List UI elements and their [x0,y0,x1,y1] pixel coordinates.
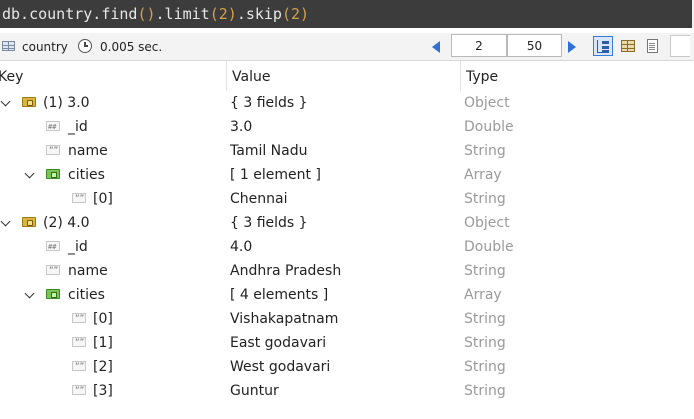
query-text: db.country.find [2,5,138,23]
results-toolbar: country 0.005 sec. [0,33,694,61]
table-view-button[interactable] [618,36,638,56]
array-element-row[interactable]: [0] Vishakapatnam String [0,307,694,331]
row-type: Object [464,215,510,231]
row-type: String [464,335,506,351]
query-text: .limit [155,5,210,23]
field-row[interactable]: cities [ 1 element ] Array [0,163,694,187]
column-divider[interactable] [460,61,461,91]
query-paren: (2) [281,5,310,23]
array-element-row[interactable]: [0] Chennai String [0,187,694,211]
column-headers: Key Value Type [0,61,694,91]
row-value: { 3 fields } [230,215,308,231]
row-type: String [464,359,506,375]
column-header-key[interactable]: Key [0,69,23,85]
execution-time: 0.005 sec. [100,40,163,54]
row-value: Chennai [230,191,288,207]
row-value: Tamil Nadu [230,143,308,159]
limit-field[interactable] [507,34,562,57]
clock-icon [78,39,92,53]
string-icon [72,187,86,211]
row-value: 3.0 [230,119,253,135]
field-row[interactable]: _id 3.0 Double [0,115,694,139]
row-value: Guntur [230,383,279,399]
row-key: [2] [93,359,113,375]
row-type: String [464,311,506,327]
row-value: 4.0 [230,239,253,255]
row-value: [ 4 elements ] [230,287,329,303]
row-type: Array [464,167,502,183]
string-icon [72,355,86,379]
row-value: East godavari [230,335,327,351]
column-header-type[interactable]: Type [466,69,498,85]
expand-chevron-icon[interactable] [2,218,10,226]
row-key: [3] [93,383,113,399]
field-row[interactable]: name Tamil Nadu String [0,139,694,163]
column-header-value[interactable]: Value [232,69,270,85]
row-key: _id [68,119,88,135]
expand-chevron-icon[interactable] [26,290,34,298]
string-icon [72,307,86,331]
array-icon [46,289,60,299]
field-row[interactable]: cities [ 4 elements ] Array [0,283,694,307]
double-icon [46,115,60,139]
row-type: String [464,143,506,159]
document-row[interactable]: (2) 4.0 { 3 fields } Object [0,211,694,235]
query-paren: () [137,5,156,23]
row-type: Double [464,239,514,255]
expand-chevron-icon[interactable] [26,170,34,178]
row-value: West godavari [230,359,331,375]
field-row[interactable]: _id 4.0 Double [0,235,694,259]
row-type: String [464,263,506,279]
row-key: cities [68,287,105,303]
row-type: Array [464,287,502,303]
query-editor[interactable]: db.country.find().limit(2).skip(2) [0,0,694,28]
row-value: Vishakapatnam [230,311,339,327]
row-key: (2) 4.0 [43,215,90,231]
query-text: .skip [236,5,282,23]
row-key: _id [68,239,88,255]
previous-page-button[interactable] [432,41,440,53]
array-element-row[interactable]: [2] West godavari String [0,355,694,379]
row-value: Andhra Pradesh [230,263,342,279]
tree-view-button[interactable] [593,36,613,56]
row-key: [0] [93,311,113,327]
toolbar-overflow [670,35,690,57]
row-type: String [464,383,506,399]
row-value: [ 1 element ] [230,167,321,183]
field-row[interactable]: name Andhra Pradesh String [0,259,694,283]
column-divider[interactable] [226,61,227,91]
query-paren: (2) [209,5,237,23]
string-icon [46,259,60,283]
collection-icon [2,41,15,51]
skip-field[interactable] [451,34,507,57]
document-row[interactable]: (1) 3.0 { 3 fields } Object [0,91,694,115]
expand-chevron-icon[interactable] [2,98,10,106]
object-icon [22,217,36,227]
next-page-button[interactable] [568,41,576,53]
row-key: cities [68,167,105,183]
array-icon [46,169,60,179]
string-icon [72,331,86,355]
row-key: name [68,263,108,279]
row-key: [1] [93,335,113,351]
row-key: (1) 3.0 [43,95,90,111]
array-element-row[interactable]: [1] East godavari String [0,331,694,355]
row-type: Object [464,95,510,111]
collection-name: country [22,40,68,54]
string-icon [46,139,60,163]
row-key: name [68,143,108,159]
object-icon [22,97,36,107]
row-type: Double [464,119,514,135]
results-tree: (1) 3.0 { 3 fields } Object _id 3.0 Doub… [0,91,694,403]
row-type: String [464,191,506,207]
row-key: [0] [93,191,113,207]
text-view-button[interactable] [642,36,662,56]
array-element-row[interactable]: [3] Guntur String [0,379,694,403]
string-icon [72,379,86,403]
double-icon [46,235,60,259]
row-value: { 3 fields } [230,95,308,111]
